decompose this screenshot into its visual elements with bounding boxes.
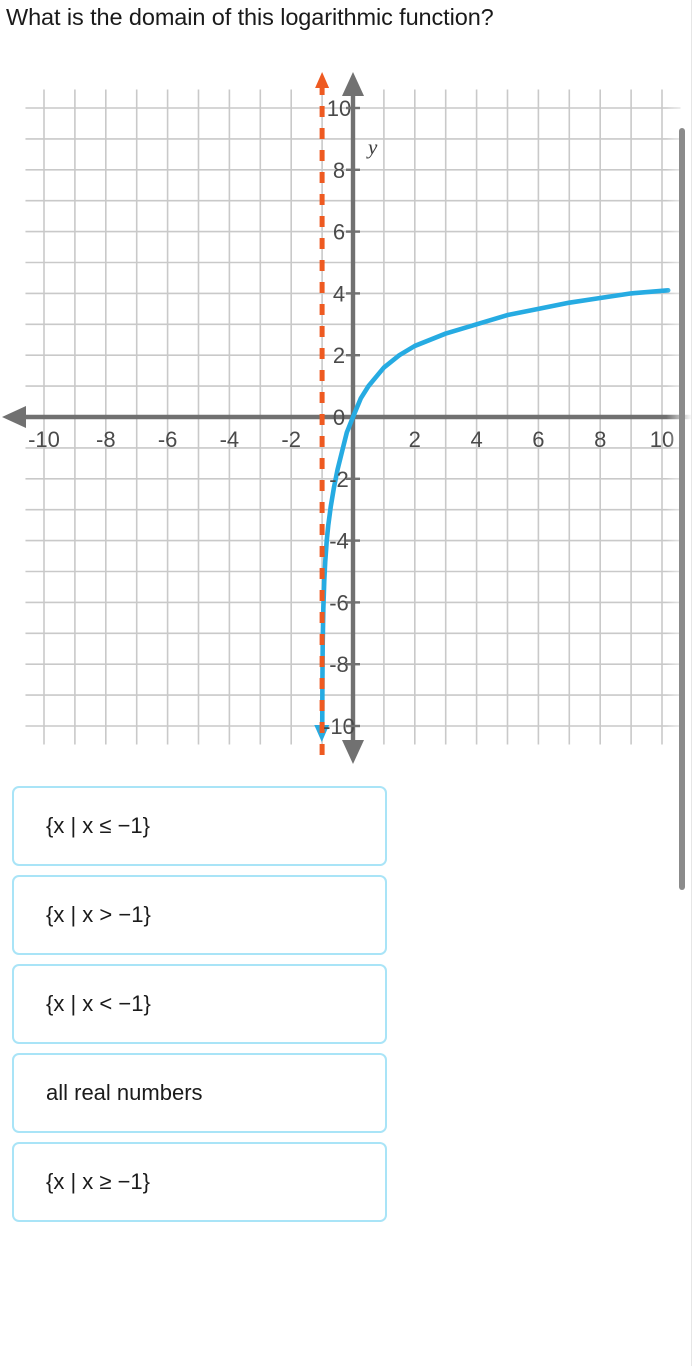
y-tick-label: 6 xyxy=(333,220,345,245)
x-tick-label: 2 xyxy=(409,427,421,452)
y-axis-arrow-up xyxy=(342,72,364,96)
answer-option-5-label: {x | x ≥ −1} xyxy=(46,1169,151,1194)
answer-option-3[interactable]: {x | x < −1} xyxy=(12,964,387,1044)
x-axis-arrow-left xyxy=(2,406,26,428)
x-tick-label: -8 xyxy=(96,427,116,452)
answer-option-2[interactable]: {x | x > −1} xyxy=(12,875,387,955)
page-title: What is the domain of this logarithmic f… xyxy=(6,4,494,30)
y-tick-label: -8 xyxy=(329,652,349,677)
y-tick-label: 4 xyxy=(333,281,345,306)
question-page: What is the domain of this logarithmic f… xyxy=(0,0,692,1366)
vertical-scrollbar-track[interactable] xyxy=(678,0,690,1366)
origin-label: 0 xyxy=(333,405,345,430)
answer-options-list: {x | x ≤ −1} {x | x > −1} {x | x < −1} a… xyxy=(0,786,692,1231)
x-tick-label: -10 xyxy=(28,427,60,452)
answer-option-1[interactable]: {x | x ≤ −1} xyxy=(12,786,387,866)
asymptote-arrow-up xyxy=(315,72,330,88)
y-tick-label: 8 xyxy=(333,158,345,183)
x-tick-label: 4 xyxy=(470,427,482,452)
answer-option-1-label: {x | x ≤ −1} xyxy=(46,813,151,838)
answer-option-5[interactable]: {x | x ≥ −1} xyxy=(12,1142,387,1222)
x-tick-label: -2 xyxy=(281,427,301,452)
y-axis-arrow-down xyxy=(342,740,364,764)
answer-option-4[interactable]: all real numbers xyxy=(12,1053,387,1133)
graph-container: -10-8-6-4-22468101086420-2-4-6-8-10 y xyxy=(0,62,692,772)
y-tick-label: -2 xyxy=(329,467,349,492)
y-tick-label: -6 xyxy=(329,590,349,615)
y-axis-label: y xyxy=(366,135,378,159)
x-tick-label: 6 xyxy=(532,427,544,452)
answer-option-4-label: all real numbers xyxy=(46,1080,203,1105)
answer-option-3-label: {x | x < −1} xyxy=(46,991,151,1016)
coordinate-plane-graph: -10-8-6-4-22468101086420-2-4-6-8-10 y xyxy=(2,62,692,772)
vertical-scrollbar-thumb[interactable] xyxy=(679,128,685,890)
y-tick-label: 2 xyxy=(333,343,345,368)
answer-option-2-label: {x | x > −1} xyxy=(46,902,151,927)
y-tick-label: -4 xyxy=(329,529,349,554)
x-tick-label: -4 xyxy=(220,427,240,452)
x-tick-label: -6 xyxy=(158,427,178,452)
